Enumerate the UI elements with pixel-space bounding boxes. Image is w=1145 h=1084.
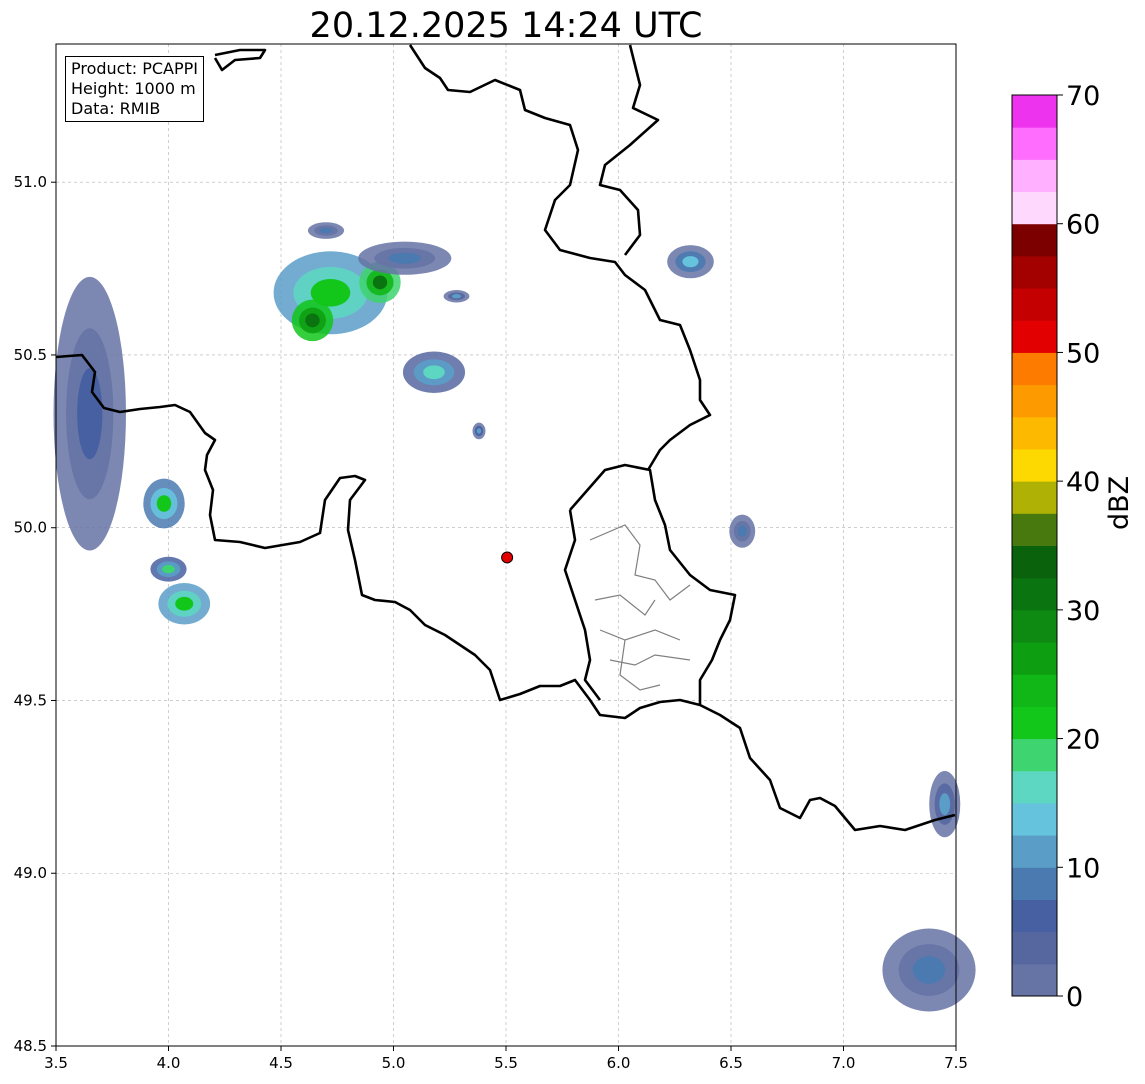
colorbar-unit-label: dBZ (1104, 475, 1135, 530)
echo-west-band-core (77, 368, 103, 460)
colorbar-segment (1012, 191, 1057, 225)
colorbar-tick-label: 0 (1066, 982, 1083, 1013)
x-tick-label: 6.0 (607, 1054, 631, 1072)
colorbar-segment (1012, 384, 1057, 418)
district-borders (589, 524, 691, 691)
colorbar-tick-label: 20 (1066, 725, 1100, 756)
echo-west-cell-core (156, 495, 172, 512)
colorbar: 0 10 20 30 40 50 60 70 (1011, 81, 1100, 1013)
radar-echoes (53, 222, 976, 1012)
colorbar-segment (1012, 738, 1057, 772)
echo-center-dot-core (476, 428, 482, 434)
radar-site-marker (501, 551, 514, 564)
echo-southwest-cell-b-core (175, 596, 194, 611)
colorbar-segment (1012, 674, 1057, 707)
colorbar-segment (1012, 577, 1057, 611)
x-tick-label: 3.5 (44, 1054, 68, 1072)
colorbar-tick-label: 30 (1066, 596, 1100, 627)
colorbar-segment (1012, 416, 1057, 450)
radar-site-dot (501, 551, 514, 564)
colorbar-segment (1012, 288, 1057, 321)
data-source-label: Data: RMIB (71, 99, 161, 118)
y-tick-label: 48.5 (14, 1037, 47, 1055)
colorbar-segment (1012, 899, 1057, 933)
colorbar-segment (1012, 835, 1057, 868)
echo-center-north-core (423, 365, 445, 380)
height-label: Height: 1000 m (71, 79, 196, 98)
colorbar-segment (1012, 706, 1057, 740)
x-tick-label: 4.0 (157, 1054, 181, 1072)
y-tick-label: 50.5 (14, 346, 47, 364)
colorbar-segment (1012, 963, 1057, 997)
x-tick-label: 5.0 (382, 1054, 406, 1072)
colorbar-segment (1012, 95, 1057, 128)
echo-east-edge-core (939, 793, 951, 816)
colorbar-tick-label: 70 (1066, 81, 1100, 112)
district-lines (589, 524, 691, 691)
colorbar-tick-label: 40 (1066, 467, 1100, 498)
colorbar-segment (1012, 223, 1057, 257)
colorbar-segment (1012, 448, 1057, 482)
border-luxembourg (563, 463, 737, 705)
y-tick-label: 50.0 (14, 519, 47, 537)
echo-east-cell-core (682, 256, 699, 268)
x-tick-label: 6.5 (719, 1054, 743, 1072)
colorbar-segment (1012, 545, 1057, 579)
product-label: Product: PCAPPI (71, 59, 199, 78)
colorbar-segment (1012, 159, 1057, 193)
axes: 3.5 4.0 4.5 5.0 5.5 6.0 6.5 7.0 7.5 48.5 49.0 49.5 5… (14, 43, 968, 1072)
colorbar-segment (1012, 931, 1057, 965)
colorbar-segment (1012, 127, 1057, 160)
radar-map: 3.5 4.0 4.5 5.0 5.5 6.0 6.5 7.0 7.5 48.5 49.0 49.5 5… (14, 43, 1100, 1072)
echo-north-small-core (319, 227, 333, 234)
colorbar-segment (1012, 642, 1057, 675)
product-info-box: Product: PCAPPI Height: 1000 m Data: RMI… (65, 56, 205, 122)
x-tick-label: 7.0 (832, 1054, 856, 1072)
colorbar-segment (1012, 481, 1057, 514)
colorbar-tick-label: 10 (1066, 853, 1100, 884)
colorbar-segment (1012, 320, 1057, 353)
colorbar-segment (1012, 352, 1057, 386)
colorbar-segment (1012, 255, 1057, 289)
y-tick-label: 49.5 (14, 691, 47, 709)
colorbar-segment (1012, 609, 1057, 643)
echo-east-small-core (737, 525, 747, 537)
x-tick-label: 5.5 (494, 1054, 518, 1072)
country-borders (55, 44, 956, 832)
colorbar-segment (1012, 770, 1057, 804)
y-tick-label: 51.0 (14, 173, 47, 191)
colorbar-tick-label: 50 (1066, 338, 1100, 369)
echo-northwest-core-core (305, 313, 320, 328)
border-netherlands-north (598, 44, 660, 256)
echo-southwest-cell-a-core (162, 565, 175, 574)
colorbar-segment (1012, 867, 1057, 900)
colorbar-segment (1012, 513, 1057, 546)
x-tick-label: 7.5 (944, 1054, 968, 1072)
colorbar-segment (1012, 802, 1057, 836)
echo-southeast-corner-core (912, 956, 946, 984)
grid-lines (55, 44, 957, 1047)
x-tick-label: 4.5 (269, 1054, 293, 1072)
echo-north-dot-core (452, 294, 461, 299)
colorbar-tick-label: 60 (1066, 210, 1100, 241)
echo-north-core-core (372, 275, 388, 290)
echo-north-band-core (388, 252, 421, 264)
y-tick-label: 49.0 (14, 864, 47, 882)
